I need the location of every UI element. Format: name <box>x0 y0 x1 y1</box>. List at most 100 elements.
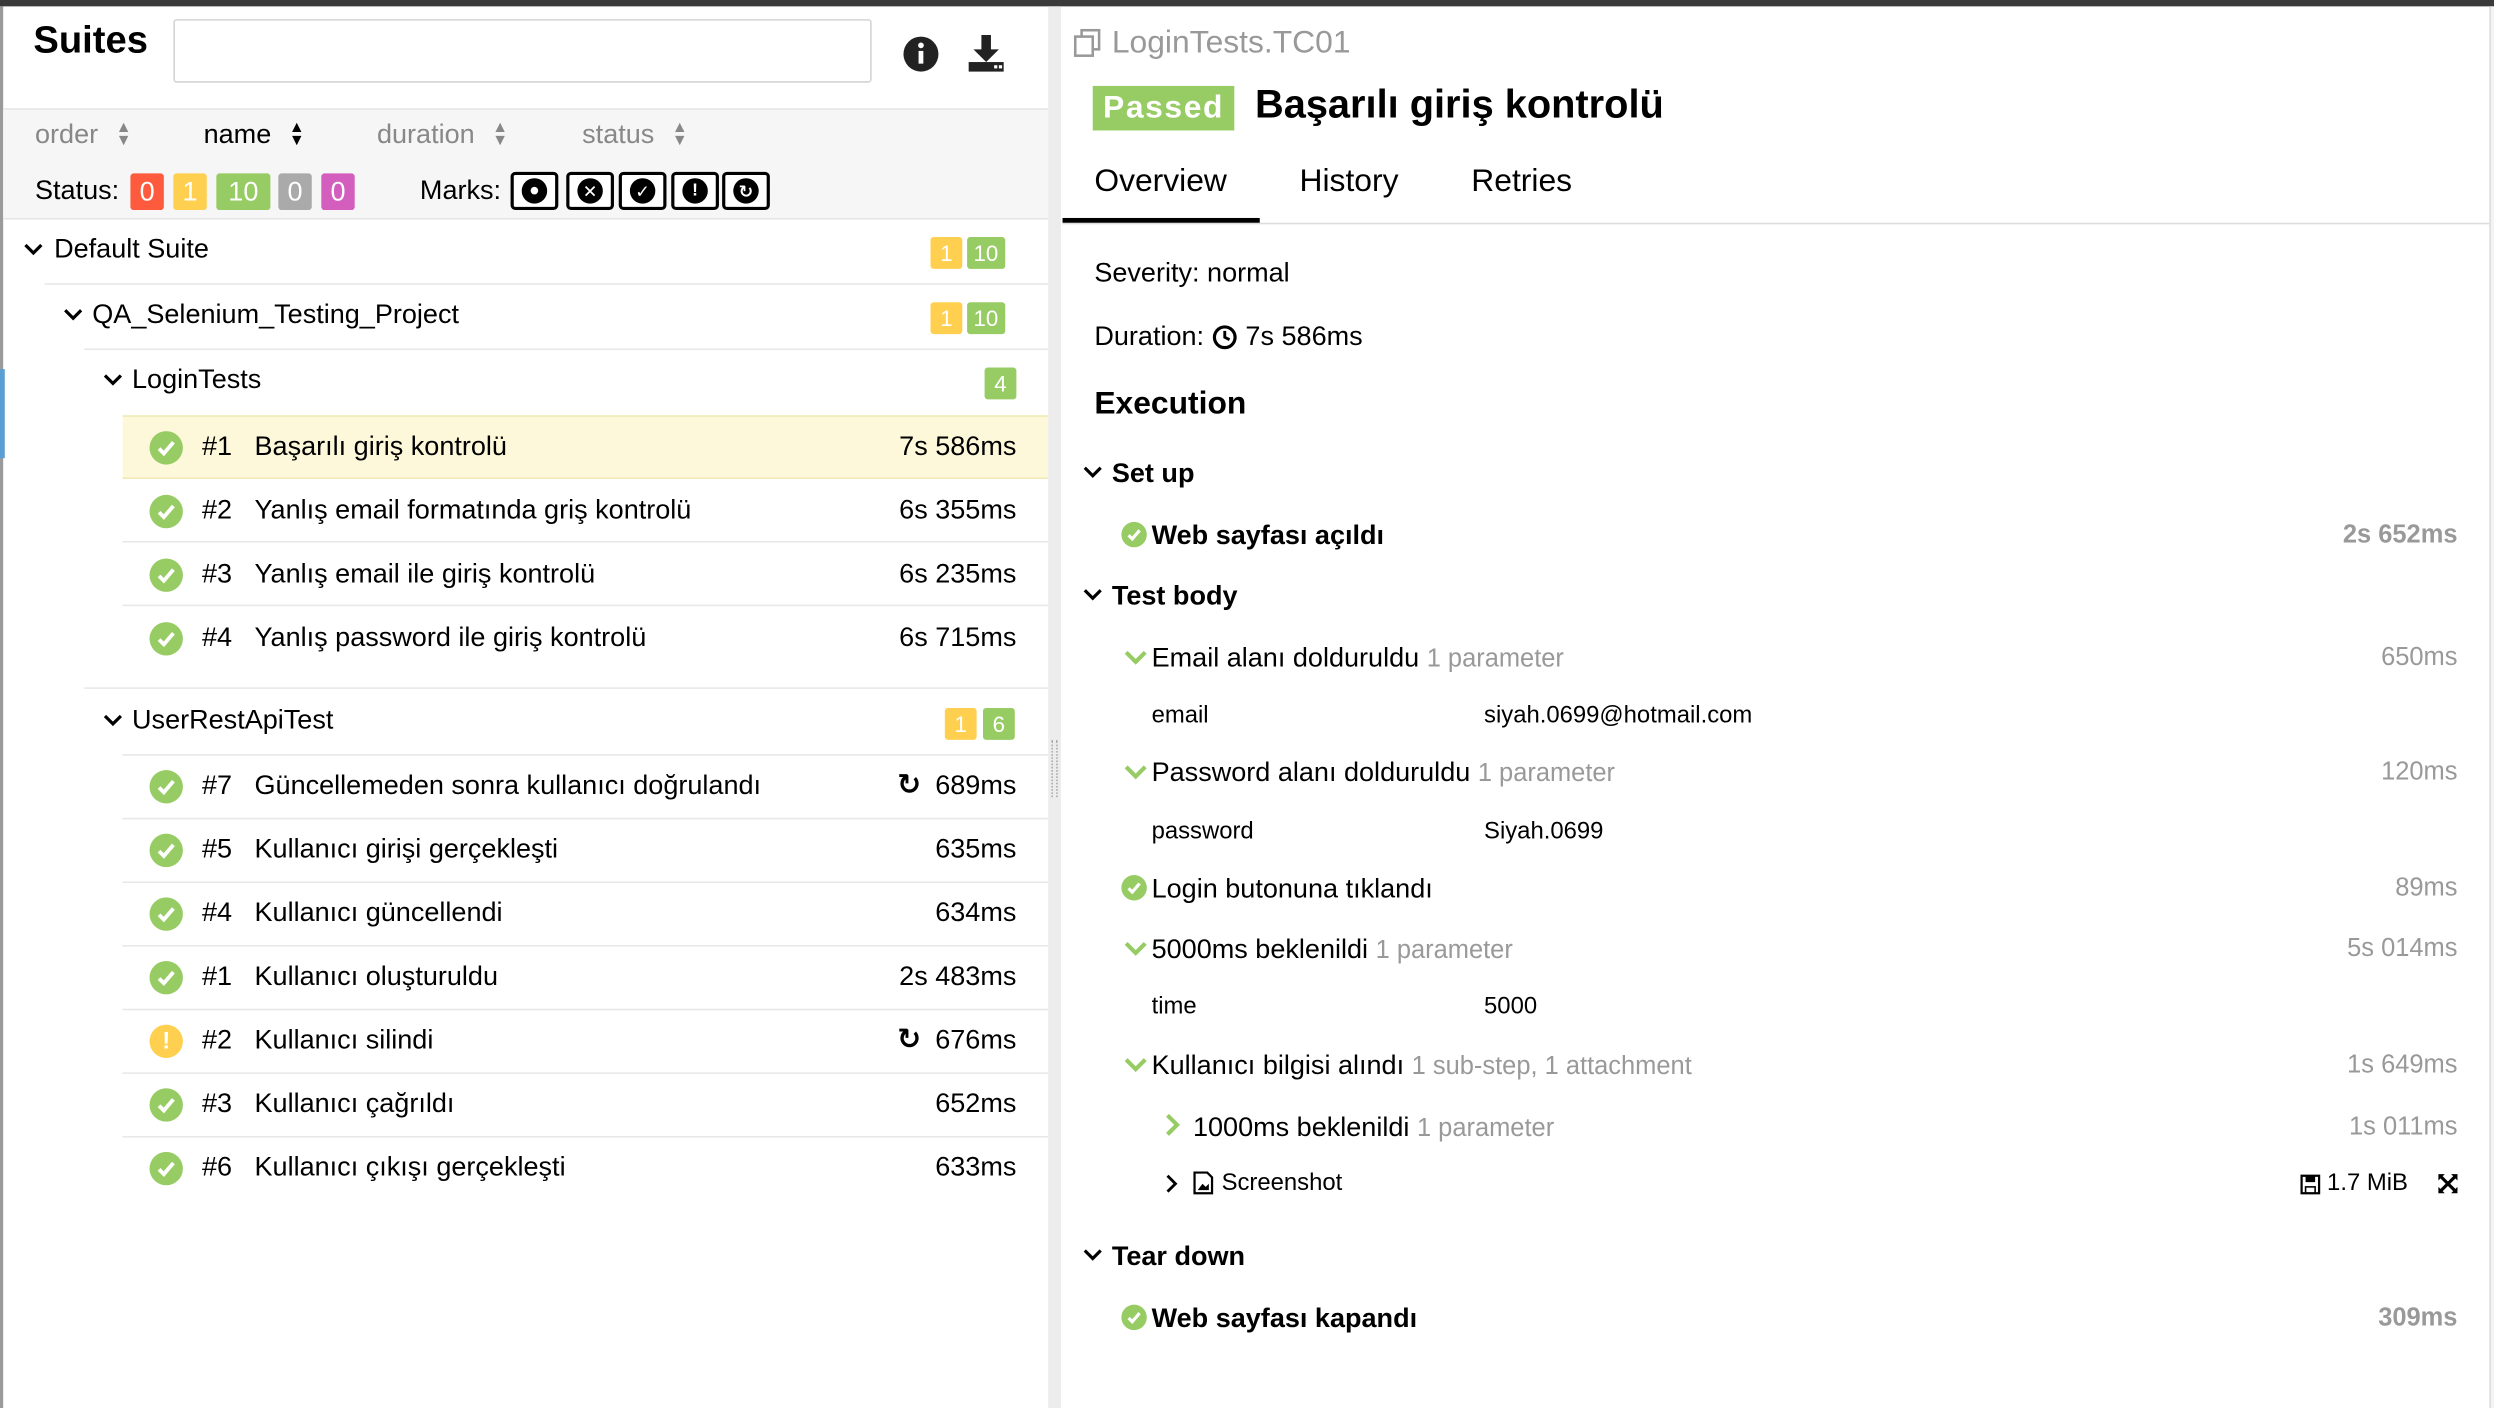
chevron-down-icon[interactable] <box>22 239 44 261</box>
suite-logintests-name[interactable]: LoginTests <box>132 364 261 396</box>
step-row[interactable]: 1000ms beklenildi 1 parameter <box>1193 1112 1554 1144</box>
tab-history[interactable]: History <box>1300 164 1399 201</box>
info-icon[interactable] <box>900 33 941 74</box>
param-value: Siyah.0699 <box>1484 817 1604 845</box>
chevron-down-icon[interactable] <box>102 369 124 391</box>
test-duration: 7s 586ms <box>899 431 1017 462</box>
setup-title[interactable]: Set up <box>1112 458 1195 490</box>
test-row[interactable]: #4 Kullanıcı güncellendi 634ms <box>122 883 1049 947</box>
status-skipped-toggle[interactable]: 0 <box>278 173 312 211</box>
chevron-down-icon[interactable] <box>62 304 84 326</box>
splitter-grip[interactable] <box>1051 739 1058 798</box>
passed-count-badge: 6 <box>982 707 1015 740</box>
passed-check-icon <box>149 431 183 465</box>
test-name: Güncellemeden sonra kullanıcı doğrulandı <box>254 770 762 801</box>
chevron-down-icon[interactable] <box>102 710 124 732</box>
chevron-down-icon[interactable] <box>1082 1244 1104 1266</box>
pane-splitter[interactable] <box>1048 6 1061 1408</box>
test-name: Kullanıcı çıkışı gerçekleşti <box>254 1151 566 1183</box>
step-row[interactable]: Email alanı dolduruldu 1 parameter <box>1152 643 1564 675</box>
test-row[interactable]: #5 Kullanıcı girişi gerçekleşti 635ms <box>122 819 1049 884</box>
step-time: 309ms <box>2378 1304 2458 1332</box>
sort-order[interactable]: order ▲ ▼ <box>35 119 133 151</box>
param-value: 5000 <box>1484 992 1538 1020</box>
chevron-down-icon[interactable] <box>1123 646 1148 668</box>
chevron-down-icon[interactable] <box>1123 1053 1148 1075</box>
chevron-down-icon[interactable] <box>1123 760 1148 782</box>
chevron-down-icon[interactable] <box>1123 937 1148 959</box>
right-edge <box>2489 6 2494 1408</box>
broken-count-badge: 1 <box>930 302 963 335</box>
download-icon[interactable] <box>964 30 1009 75</box>
test-row[interactable]: #6 Kullanıcı çıkışı gerçekleşti 633ms <box>122 1138 1048 1202</box>
step-meta: 1 parameter <box>1375 937 1513 965</box>
passed-check-icon <box>149 622 183 656</box>
suite-userrestapi-name[interactable]: UserRestApiTest <box>132 705 333 737</box>
test-row[interactable]: ! #2 Kullanıcı silindi ↻ 676ms <box>122 1010 1049 1074</box>
sort-duration[interactable]: duration ▲ ▼ <box>377 119 510 151</box>
chevron-right-icon[interactable] <box>1163 1112 1182 1137</box>
test-row[interactable]: #3 Yanlış email ile giriş kontrolü 6s 23… <box>122 543 1049 607</box>
sort-name[interactable]: name ▲ ▼ <box>204 119 307 151</box>
test-title: Başarılı giriş kontrolü <box>1254 82 1664 128</box>
sort-status[interactable]: status ▲ ▼ <box>582 119 689 151</box>
tab-retries[interactable]: Retries <box>1471 164 1572 201</box>
execution-title: Execution <box>1094 386 1247 422</box>
test-row[interactable]: #2 Yanlış email formatında griş kontrolü… <box>122 479 1049 543</box>
testbody-title[interactable]: Test body <box>1112 581 1238 613</box>
passed-check-icon <box>149 770 183 804</box>
clock-icon <box>1212 325 1237 350</box>
times-circle-icon[interactable]: ✕ <box>566 171 614 211</box>
active-tab-indicator <box>1062 217 1260 223</box>
status-failed-toggle[interactable]: 0 <box>130 173 164 211</box>
attachment-name[interactable]: Screenshot <box>1222 1169 1343 1196</box>
chevron-down-icon[interactable] <box>1082 461 1104 483</box>
passed-check-icon <box>149 558 183 592</box>
passed-count-badge: 10 <box>967 237 1005 269</box>
bomb-icon[interactable]: ● <box>510 171 559 211</box>
expand-icon[interactable] <box>2435 1171 2460 1196</box>
test-row[interactable]: #7 Güncellemeden sonra kullanıcı doğrula… <box>122 756 1049 820</box>
step-name: Web sayfası kapandı <box>1151 1303 1418 1334</box>
test-name: Başarılı giriş kontrolü <box>254 431 507 462</box>
step-time: 120ms <box>2381 758 2458 786</box>
chevron-down-icon[interactable] <box>1082 584 1104 606</box>
retries-icon: ↻ <box>897 1023 922 1055</box>
tab-overview[interactable]: Overview <box>1094 164 1227 201</box>
test-name: Yanlış email ile giriş kontrolü <box>254 558 596 589</box>
test-name: Yanlış email formatında griş kontrolü <box>254 494 692 526</box>
chevron-right-icon[interactable] <box>1164 1173 1180 1195</box>
suites-title: Suites <box>33 19 148 63</box>
step-row[interactable]: 5000ms beklenildi 1 parameter <box>1152 934 1513 966</box>
step-row[interactable]: Password alanı dolduruldu 1 parameter <box>1152 757 1615 789</box>
status-broken-toggle[interactable]: 1 <box>173 173 207 211</box>
window-top-bar <box>0 0 2494 7</box>
test-row[interactable]: #3 Kullanıcı çağrıldı 652ms <box>122 1074 1049 1138</box>
broken-count-badge: 1 <box>930 237 963 269</box>
test-duration: 6s 235ms <box>899 558 1017 589</box>
refresh-icon[interactable]: ↻ <box>722 171 770 211</box>
teardown-title[interactable]: Tear down <box>1112 1241 1245 1273</box>
passed-check-icon <box>149 494 183 529</box>
exclamation-circle-icon[interactable]: ! <box>671 171 719 211</box>
test-row[interactable]: #4 Yanlış password ile giriş kontrolü 6s… <box>122 606 1048 670</box>
check-circle-icon[interactable]: ✓ <box>618 171 667 211</box>
param-name: time <box>1151 992 1197 1020</box>
step-row[interactable]: Kullanıcı bilgisi alındı 1 sub-step, 1 a… <box>1152 1050 1692 1082</box>
search-input[interactable] <box>173 19 872 83</box>
severity-text: Severity: normal <box>1094 257 1290 288</box>
copy-icon[interactable] <box>1072 27 1104 59</box>
suite-project-name[interactable]: QA_Selenium_Testing_Project <box>92 299 459 331</box>
test-row[interactable]: #1 Başarılı giriş kontrolü 7s 586ms <box>122 415 1048 479</box>
passed-check-icon <box>149 960 183 995</box>
status-passed-toggle[interactable]: 10 <box>216 173 271 211</box>
test-duration: 635ms <box>935 833 1017 864</box>
test-row[interactable]: #1 Kullanıcı oluşturuldu 2s 483ms <box>122 947 1049 1011</box>
suite-default-name[interactable]: Default Suite <box>54 234 209 266</box>
sort-order-label: order <box>34 119 99 150</box>
test-number: #1 <box>202 960 233 992</box>
status-unknown-toggle[interactable]: 0 <box>321 173 355 211</box>
test-number: #4 <box>202 897 233 928</box>
step-meta: 1 sub-step, 1 attachment <box>1411 1053 1692 1081</box>
test-number: #5 <box>202 833 233 864</box>
